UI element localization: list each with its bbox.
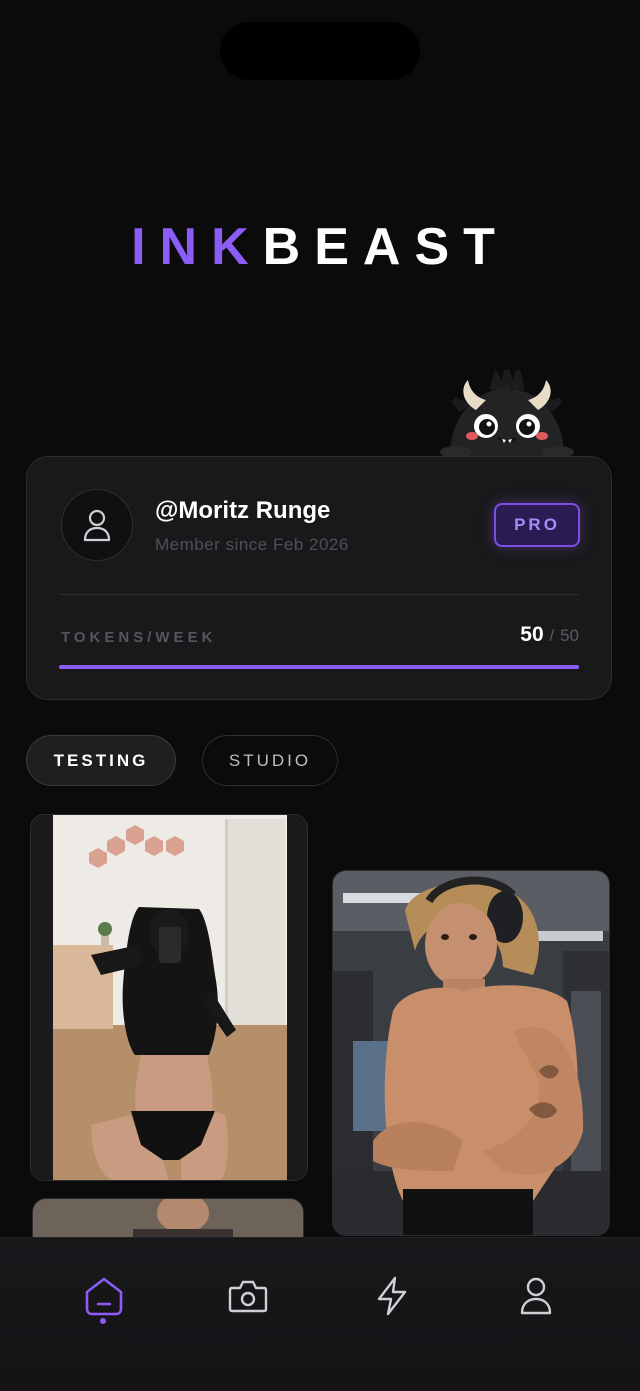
tokens-label: TOKENS/WEEK <box>61 629 217 646</box>
app-logo: INKBEAST <box>0 218 640 276</box>
divider <box>59 594 579 595</box>
mascot-monster-icon <box>440 370 574 456</box>
gallery-card[interactable] <box>30 814 308 1181</box>
user-avatar-icon <box>83 509 111 542</box>
user-icon <box>520 1277 552 1315</box>
nav-profile[interactable] <box>506 1266 566 1326</box>
username: @Moritz Runge <box>155 497 331 524</box>
tokens-separator: / <box>549 626 555 645</box>
tab-testing[interactable]: TESTING <box>26 735 176 786</box>
plan-badge[interactable]: PRO <box>494 503 580 547</box>
gallery-photo-2 <box>333 871 609 1235</box>
avatar[interactable] <box>61 489 133 561</box>
lightning-icon <box>377 1276 407 1316</box>
profile-card: @Moritz Runge Member since Feb 2026 PRO … <box>26 456 612 700</box>
nav-generate[interactable] <box>362 1266 422 1326</box>
logo-beast: BEAST <box>262 218 509 276</box>
nav-camera[interactable] <box>218 1266 278 1326</box>
tokens-progress-track <box>59 665 579 669</box>
camera-icon <box>228 1280 268 1313</box>
member-since: Member since Feb 2026 <box>155 535 349 554</box>
gallery-card[interactable] <box>332 870 610 1236</box>
tokens-used: 50 <box>520 623 544 646</box>
app-screen: INKBEAST @Moritz Runge Member since Feb … <box>0 0 640 1391</box>
nav-home[interactable] <box>74 1266 134 1326</box>
home-icon <box>85 1277 123 1316</box>
gallery-photo-1 <box>31 815 307 1180</box>
tokens-progress-fill <box>59 665 579 669</box>
active-indicator <box>100 1318 106 1324</box>
tab-studio[interactable]: STUDIO <box>202 735 338 786</box>
tokens-max: 50 <box>560 626 579 645</box>
bottom-nav <box>0 1237 640 1391</box>
dynamic-island <box>220 22 420 80</box>
logo-ink: INK <box>131 218 263 276</box>
tokens-value: 50 / 50 <box>520 623 579 647</box>
